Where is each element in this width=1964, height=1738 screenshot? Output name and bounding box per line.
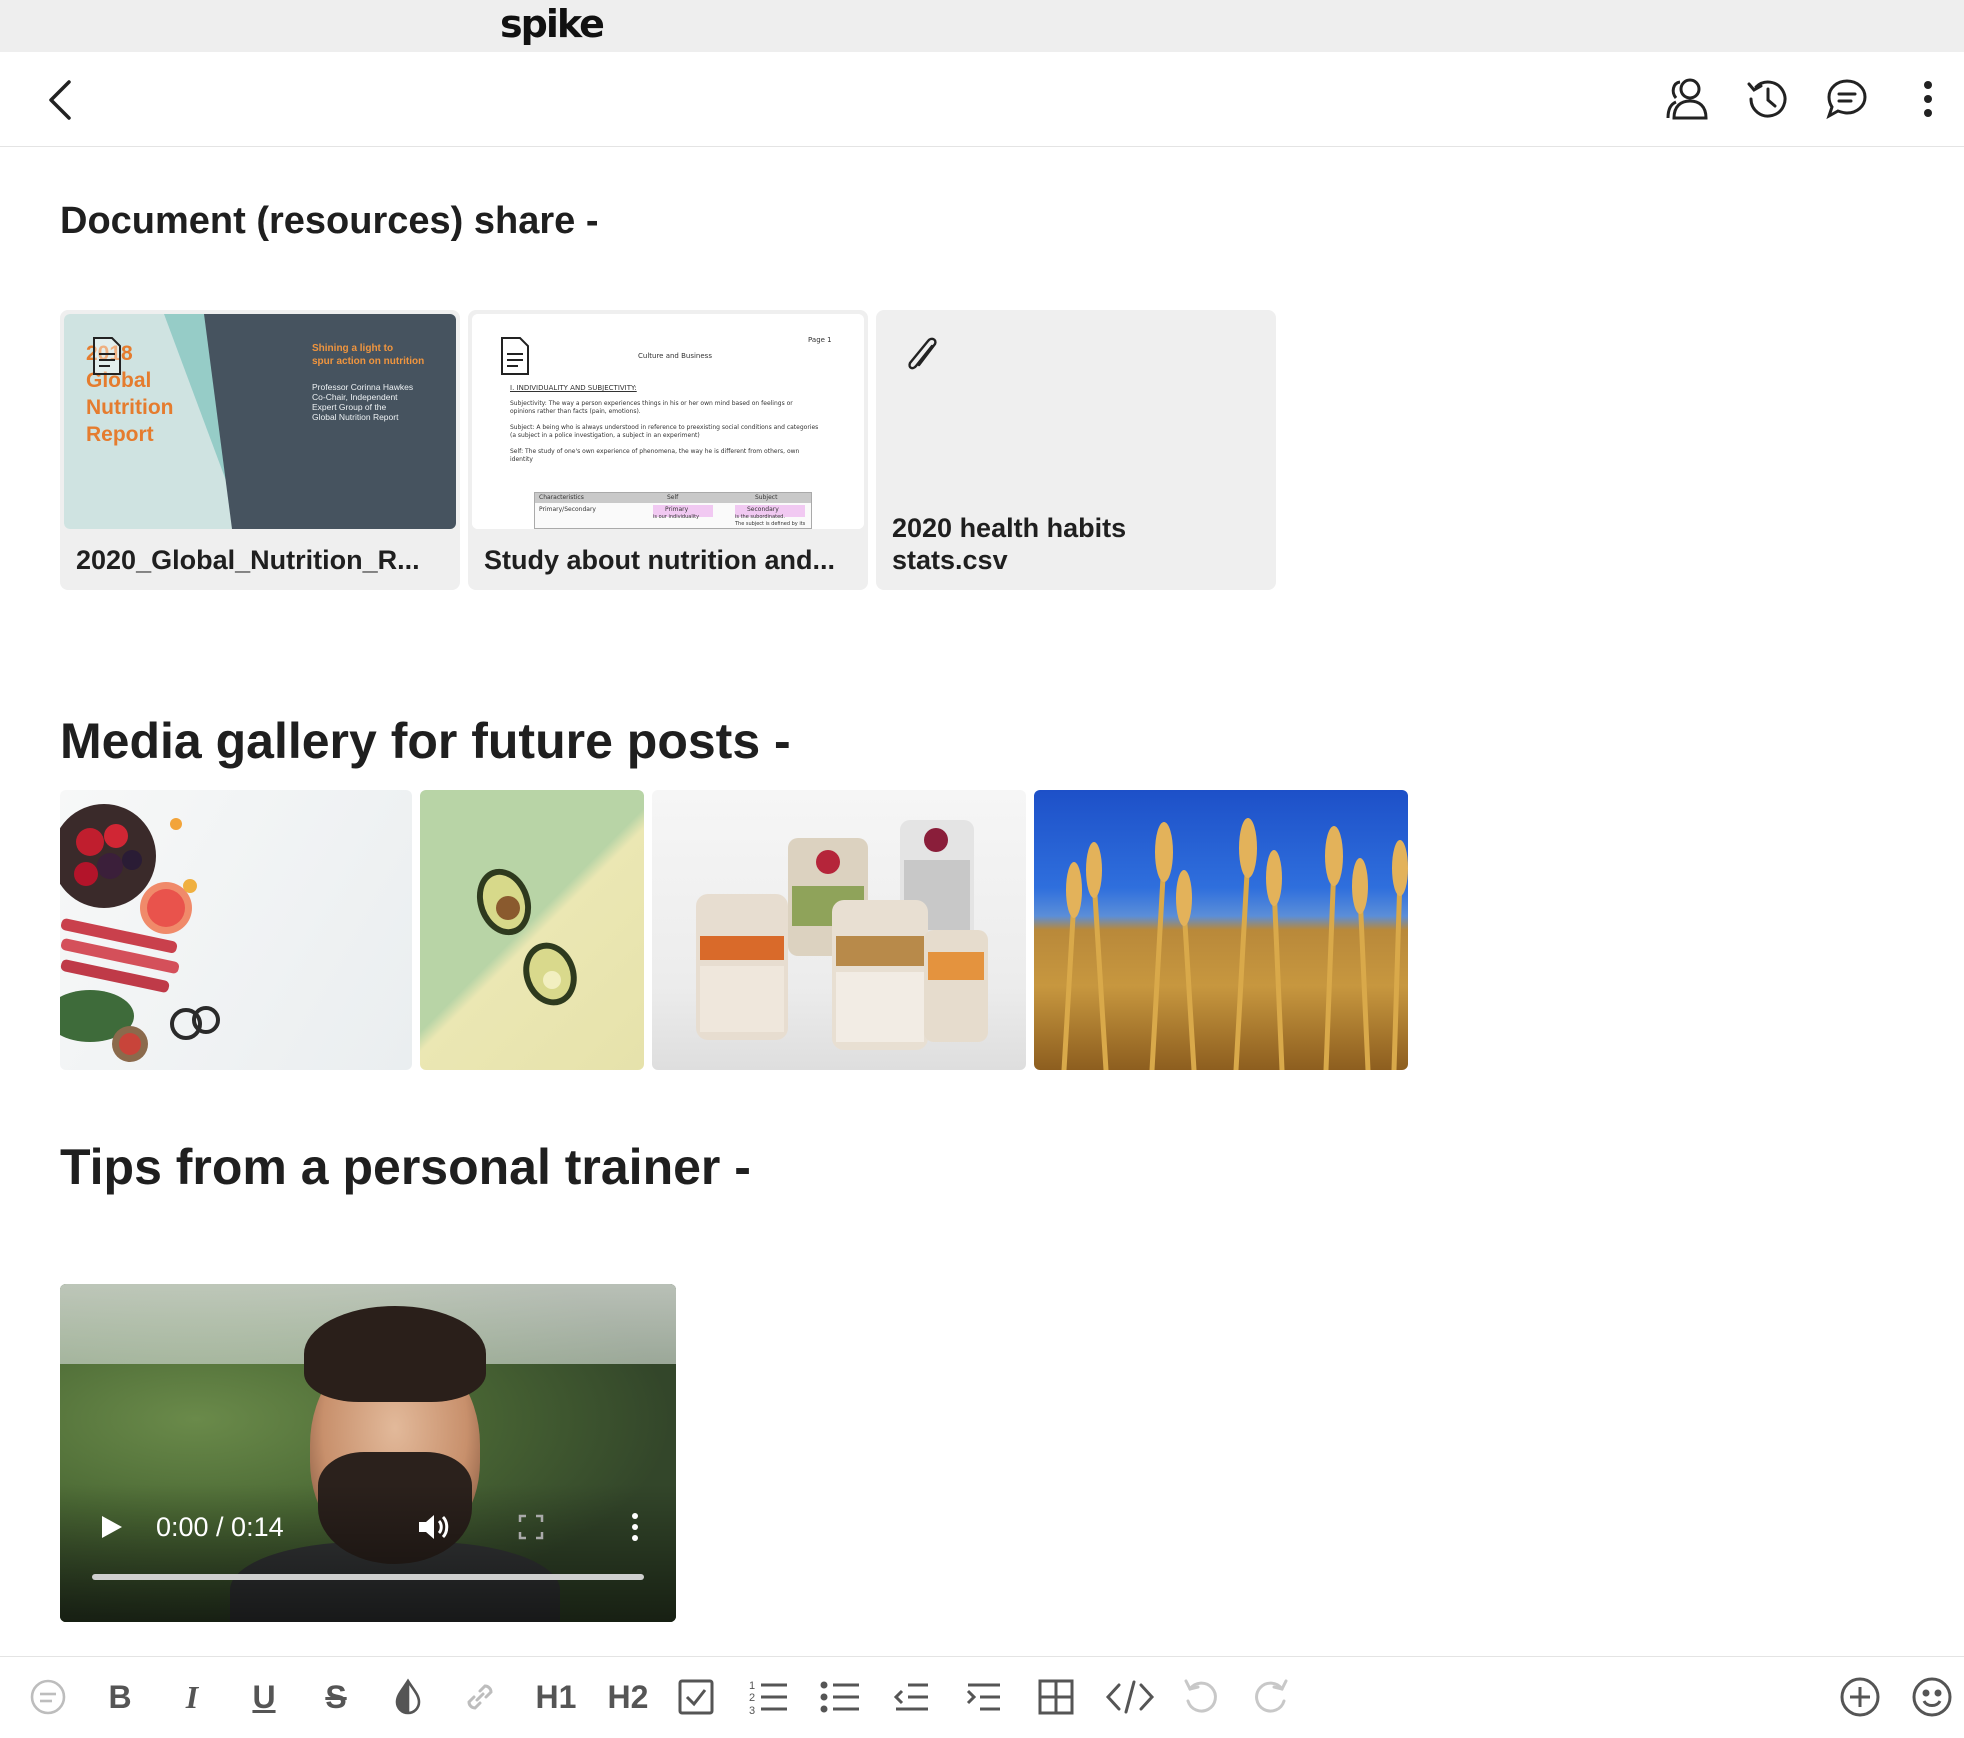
comments-button[interactable] xyxy=(1822,74,1872,124)
spike-logo: spike xyxy=(500,2,605,46)
checklist-button[interactable] xyxy=(670,1671,722,1723)
indent-icon xyxy=(966,1683,1000,1711)
app-bar: spike xyxy=(0,0,1964,52)
more-vertical-icon xyxy=(632,1513,638,1541)
strikethrough-icon: S xyxy=(325,1678,347,1715)
file-thumbnail: 2018 Global Nutrition Report Shining a l… xyxy=(64,314,456,529)
code-icon xyxy=(1105,1680,1155,1714)
video-more-button[interactable] xyxy=(620,1510,650,1544)
documents-section-title: Document (resources) share - xyxy=(60,200,599,242)
outdent-icon xyxy=(893,1683,928,1711)
fullscreen-button[interactable] xyxy=(516,1512,546,1542)
file-name: Study about nutrition and... xyxy=(484,545,835,575)
file-card-study[interactable]: Page 1 Culture and Business I. INDIVIDUA… xyxy=(468,310,868,590)
italic-button[interactable]: I xyxy=(166,1671,218,1723)
tips-section-title: Tips from a personal trainer - xyxy=(60,1139,751,1195)
undo-button[interactable] xyxy=(1174,1671,1226,1723)
paperclip-icon xyxy=(908,337,937,370)
bulleted-list-button[interactable] xyxy=(814,1671,866,1723)
video-player[interactable]: 0:00 / 0:14 xyxy=(60,1284,676,1622)
comment-button[interactable] xyxy=(22,1671,74,1723)
link-button[interactable] xyxy=(454,1671,506,1723)
video-time: 0:00 / 0:14 xyxy=(156,1512,284,1542)
preview-table: Characteristics Self Subject Primary/Sec… xyxy=(534,492,812,529)
play-button[interactable] xyxy=(96,1512,126,1542)
heading1-icon: H1 xyxy=(535,1678,577,1715)
file-card-nutrition-report[interactable]: 2018 Global Nutrition Report Shining a l… xyxy=(60,310,460,590)
slide-tagline: Shining a light to spur action on nutrit… xyxy=(312,343,425,367)
media-berries-photo[interactable] xyxy=(60,790,412,1070)
add-icon xyxy=(1840,1677,1880,1717)
table-button[interactable] xyxy=(1030,1671,1082,1723)
volume-icon xyxy=(419,1515,449,1539)
bold-icon: B xyxy=(108,1678,132,1715)
text-color-button[interactable] xyxy=(382,1671,434,1723)
text-color-icon xyxy=(395,1678,421,1715)
svg-text:2: 2 xyxy=(749,1692,755,1704)
media-avocado-photo[interactable] xyxy=(420,790,644,1070)
media-wheat-photo[interactable] xyxy=(1034,790,1408,1070)
emoji-icon xyxy=(1912,1677,1952,1717)
mute-button[interactable] xyxy=(416,1510,452,1544)
redo-button[interactable] xyxy=(1246,1671,1298,1723)
chevron-left-icon xyxy=(49,80,71,120)
document-icon xyxy=(501,337,529,375)
participants-icon xyxy=(1666,78,1708,120)
underline-icon: U xyxy=(252,1678,276,1715)
svg-text:1: 1 xyxy=(749,1680,755,1692)
video-progress-bar[interactable] xyxy=(92,1574,644,1580)
file-card-csv[interactable]: 2020 health habits stats.csv xyxy=(876,310,1276,590)
slide-author: Professor Corinna Hawkes Co-Chair, Indep… xyxy=(312,382,414,422)
outdent-button[interactable] xyxy=(886,1671,938,1723)
fullscreen-icon xyxy=(518,1514,544,1540)
heading2-icon: H2 xyxy=(607,1678,649,1715)
underline-button[interactable]: U xyxy=(238,1671,290,1723)
numbered-list-icon: 123 xyxy=(749,1680,787,1717)
file-name: 2020 health habits stats.csv xyxy=(892,513,1127,575)
table-icon xyxy=(1038,1679,1074,1715)
document-icon xyxy=(93,337,121,375)
undo-icon xyxy=(1184,1679,1217,1713)
history-button[interactable] xyxy=(1742,74,1792,124)
header-toolbar xyxy=(0,52,1964,147)
redo-icon xyxy=(1255,1679,1288,1713)
numbered-list-button[interactable]: 123 xyxy=(742,1671,794,1723)
indent-button[interactable] xyxy=(958,1671,1010,1723)
italic-icon: I xyxy=(185,1678,199,1715)
history-icon xyxy=(1747,80,1787,118)
checklist-icon xyxy=(678,1679,714,1715)
back-button[interactable] xyxy=(36,72,84,128)
add-button[interactable] xyxy=(1834,1671,1886,1723)
code-button[interactable] xyxy=(1102,1671,1158,1723)
bold-button[interactable]: B xyxy=(94,1671,146,1723)
more-vertical-icon xyxy=(1924,81,1932,117)
media-section-title: Media gallery for future posts - xyxy=(60,713,791,769)
comment-icon xyxy=(30,1679,66,1715)
link-icon xyxy=(467,1684,493,1710)
emoji-button[interactable] xyxy=(1906,1671,1958,1723)
heading2-button[interactable]: H2 xyxy=(598,1671,658,1723)
svg-text:3: 3 xyxy=(749,1705,755,1717)
comments-icon xyxy=(1826,79,1867,120)
play-icon xyxy=(102,1516,122,1538)
heading1-button[interactable]: H1 xyxy=(526,1671,586,1723)
more-options-button[interactable] xyxy=(1908,74,1948,124)
file-thumbnail: Page 1 Culture and Business I. INDIVIDUA… xyxy=(472,314,864,529)
file-name: 2020_Global_Nutrition_R... xyxy=(76,545,420,575)
editor-toolbar: B I U S H1 H2 123 xyxy=(0,1656,1964,1738)
strikethrough-button[interactable]: S xyxy=(310,1671,362,1723)
participants-button[interactable] xyxy=(1662,74,1712,124)
bulleted-list-icon xyxy=(820,1681,859,1713)
media-jars-photo[interactable] xyxy=(652,790,1026,1070)
